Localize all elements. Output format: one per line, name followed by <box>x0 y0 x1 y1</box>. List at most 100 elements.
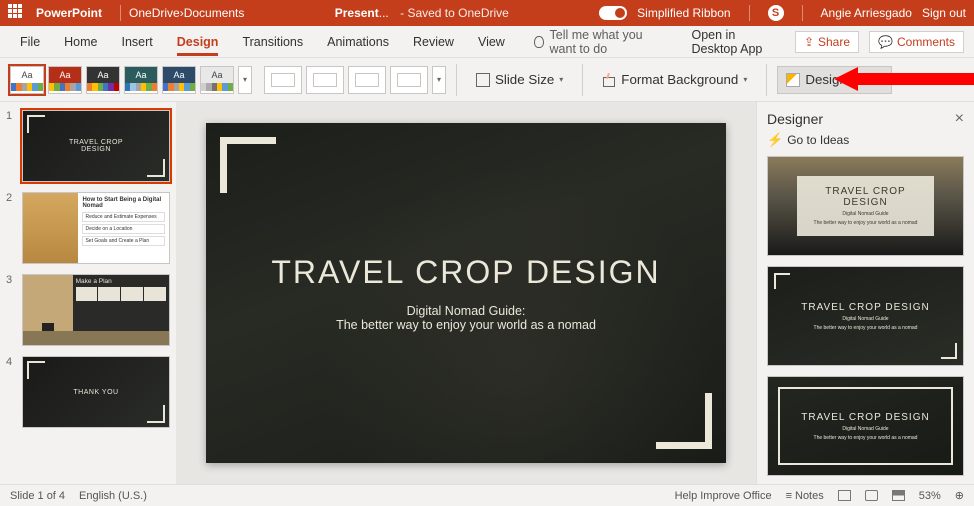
theme-aa: Aa <box>125 67 157 83</box>
theme-thumbnail[interactable]: Aa <box>10 66 44 94</box>
normal-view-button[interactable] <box>838 490 851 501</box>
themes-more-button[interactable]: ▾ <box>238 66 252 94</box>
sign-out-link[interactable]: Sign out <box>922 6 966 20</box>
bracket-icon <box>774 273 790 289</box>
thumb-heading: Make a Plan <box>76 278 166 285</box>
slide-subtitle-1[interactable]: Digital Nomad Guide: <box>407 304 526 318</box>
share-label: Share <box>818 35 850 49</box>
slide-subtitle-2[interactable]: The better way to enjoy your world as a … <box>336 318 596 332</box>
view-icon <box>892 490 905 501</box>
thumb-number: 4 <box>6 356 16 428</box>
slide-size-button[interactable]: Slide Size ▾ <box>467 66 572 94</box>
open-desktop-app[interactable]: Open in Desktop App <box>681 22 786 62</box>
file-name[interactable]: Present <box>335 6 379 20</box>
theme-aa: Aa <box>163 67 195 83</box>
title-center: Present... - Saved to OneDrive <box>244 6 599 20</box>
notes-button[interactable]: ≡ Notes <box>786 490 824 502</box>
theme-aa: Aa <box>11 67 43 83</box>
slide-canvas-area[interactable]: TRAVEL CROP DESIGN Digital Nomad Guide: … <box>176 102 756 484</box>
idea-title: TRAVEL CROP DESIGN <box>801 412 929 423</box>
go-to-ideas-link[interactable]: ⚡ Go to Ideas <box>767 132 964 148</box>
theme-aa: Aa <box>49 67 81 83</box>
bracket-icon <box>147 159 165 177</box>
breadcrumb-root[interactable]: OneDrive <box>129 6 180 20</box>
language-status[interactable]: English (U.S.) <box>79 490 147 502</box>
design-idea-1[interactable]: TRAVEL CROP DESIGN Digital Nomad Guide T… <box>767 156 964 256</box>
status-bar: Slide 1 of 4 English (U.S.) Help Improve… <box>0 484 974 506</box>
tab-animations[interactable]: Animations <box>317 29 399 55</box>
slide-thumbnail-4[interactable]: THANK YOU <box>22 356 170 428</box>
separator <box>120 5 121 21</box>
slide-canvas[interactable]: TRAVEL CROP DESIGN Digital Nomad Guide: … <box>206 123 726 463</box>
user-name[interactable]: Angie Arriesgado <box>821 6 912 20</box>
design-idea-2[interactable]: TRAVEL CROP DESIGN Digital Nomad Guide T… <box>767 266 964 366</box>
simplified-ribbon-label: Simplified Ribbon <box>637 6 730 20</box>
simplified-ribbon-toggle[interactable] <box>599 6 627 20</box>
breadcrumb-leaf[interactable]: Documents <box>184 6 245 20</box>
format-background-label: Format Background <box>621 72 738 87</box>
bracket-icon <box>941 343 957 359</box>
slide-title[interactable]: TRAVEL CROP DESIGN <box>271 254 660 291</box>
view-icon <box>838 490 851 501</box>
reading-view-button[interactable] <box>892 490 905 501</box>
slide-thumbnails-panel[interactable]: 1 TRAVEL CROP DESIGN 2 How to Start Bein… <box>0 102 176 484</box>
variant-thumbnail[interactable] <box>348 66 386 94</box>
design-idea-3[interactable]: TRAVEL CROP DESIGN Digital Nomad Guide T… <box>767 376 964 476</box>
fit-to-window-button[interactable]: ⊕ <box>955 489 964 502</box>
tab-design[interactable]: Design <box>167 29 229 55</box>
thumb-image-strip <box>23 331 169 345</box>
save-status: - Saved to OneDrive <box>400 6 509 20</box>
idea-sub: Digital Nomad Guide <box>801 426 929 432</box>
theme-thumbnail[interactable]: Aa <box>124 66 158 94</box>
thumb-number: 1 <box>6 110 16 182</box>
designer-panel: Designer × ⚡ Go to Ideas TRAVEL CROP DES… <box>756 102 974 484</box>
design-ideas-label: Design Ideas <box>805 72 883 87</box>
design-ideas-button[interactable]: Design Ideas <box>777 66 892 94</box>
tab-transitions[interactable]: Transitions <box>232 29 313 55</box>
theme-thumbnail[interactable]: Aa <box>162 66 196 94</box>
tell-me-search[interactable]: Tell me what you want to do <box>534 28 659 56</box>
variants-more-button[interactable]: ▾ <box>432 66 446 94</box>
paint-bucket-icon <box>602 73 616 87</box>
lightbulb-icon <box>534 36 543 48</box>
thumb-number: 3 <box>6 274 16 346</box>
slide-thumbnail-1[interactable]: TRAVEL CROP DESIGN <box>22 110 170 182</box>
skype-icon[interactable]: S <box>768 5 784 21</box>
idea-sub: The better way to enjoy your world as a … <box>801 435 929 441</box>
close-panel-button[interactable]: × <box>955 110 964 128</box>
lightning-icon: ⚡ <box>767 132 783 148</box>
bracket-icon <box>147 405 165 423</box>
app-launcher-icon[interactable] <box>8 4 26 22</box>
theme-aa: Aa <box>87 67 119 83</box>
format-background-button[interactable]: Format Background ▾ <box>593 66 756 94</box>
tab-review[interactable]: Review <box>403 29 464 55</box>
theme-thumbnail[interactable]: Aa <box>86 66 120 94</box>
slide-sorter-button[interactable] <box>865 490 878 501</box>
help-improve-link[interactable]: Help Improve Office <box>675 490 772 502</box>
theme-thumbnail[interactable]: Aa <box>200 66 234 94</box>
slide-size-label: Slide Size <box>495 72 554 87</box>
bracket-icon <box>27 115 45 133</box>
notes-label: Notes <box>795 490 824 502</box>
tab-view[interactable]: View <box>468 29 515 55</box>
slide-thumbnail-2[interactable]: How to Start Being a Digital Nomad Reduc… <box>22 192 170 264</box>
thumb-list-item: Reduce and Estimate Expenses <box>82 212 165 222</box>
idea-title: TRAVEL CROP DESIGN <box>801 302 929 313</box>
theme-thumbnail[interactable]: Aa <box>48 66 82 94</box>
zoom-level[interactable]: 53% <box>919 490 941 502</box>
tab-file[interactable]: File <box>10 29 50 55</box>
variant-thumbnail[interactable] <box>264 66 302 94</box>
comment-icon: 💬 <box>878 35 893 49</box>
slide-thumbnail-3[interactable]: Make a Plan <box>22 274 170 346</box>
variant-thumbnail[interactable] <box>390 66 428 94</box>
thumb-number: 2 <box>6 192 16 264</box>
comments-button[interactable]: 💬 Comments <box>869 31 964 53</box>
share-button[interactable]: ⇪ Share <box>795 31 859 53</box>
slide-counter[interactable]: Slide 1 of 4 <box>10 490 65 502</box>
thumb-title: TRAVEL CROP DESIGN <box>69 139 123 153</box>
go-to-ideas-label: Go to Ideas <box>787 133 849 147</box>
tab-insert[interactable]: Insert <box>112 29 163 55</box>
ribbon-separator <box>766 64 767 96</box>
variant-thumbnail[interactable] <box>306 66 344 94</box>
tab-home[interactable]: Home <box>54 29 107 55</box>
